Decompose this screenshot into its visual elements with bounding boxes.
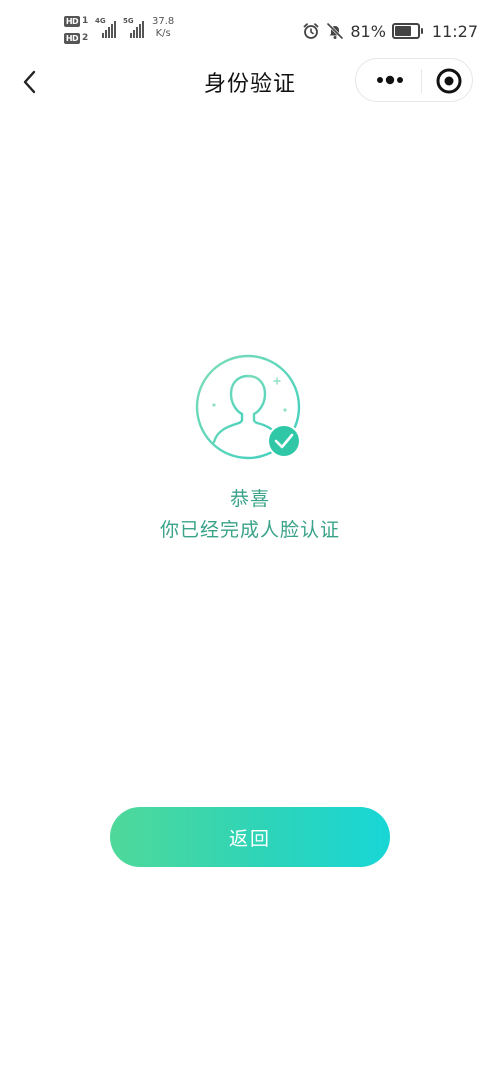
more-dots-icon bbox=[377, 75, 403, 85]
battery-icon bbox=[391, 23, 423, 39]
network-speed-unit: K/s bbox=[155, 28, 171, 39]
clock-time: 11:27 bbox=[431, 21, 478, 41]
signal-sim2-icon: 5G bbox=[123, 17, 144, 38]
battery-fill bbox=[394, 26, 412, 36]
return-button[interactable]: 返回 bbox=[110, 807, 390, 867]
hd2-tag: HD bbox=[64, 33, 80, 44]
capsule-divider bbox=[421, 69, 422, 93]
mini-program-capsule bbox=[355, 58, 473, 102]
status-right-group: 81% 11:27 bbox=[302, 18, 478, 44]
status-bar: HD 1 HD 2 4G 5G 37.8 K/s 81% 11:27 bbox=[0, 0, 500, 62]
hd1-num: 1 bbox=[82, 16, 89, 26]
title-bar: 身份验证 bbox=[0, 54, 500, 110]
battery-percent: 81% bbox=[350, 21, 386, 41]
target-close-icon bbox=[436, 68, 462, 94]
congrats-text: 恭喜 bbox=[229, 488, 270, 510]
mute-icon bbox=[327, 22, 344, 40]
more-button[interactable] bbox=[366, 65, 414, 95]
alarm-icon bbox=[303, 23, 319, 39]
sim2-generation: 5G bbox=[123, 17, 134, 25]
network-speed: 37.8 K/s bbox=[152, 16, 174, 40]
verification-complete-text: 你已经完成人脸认证 bbox=[159, 519, 340, 541]
hd2-num: 2 bbox=[82, 33, 89, 43]
network-speed-value: 37.8 bbox=[152, 16, 175, 27]
check-badge-icon bbox=[267, 424, 301, 458]
close-button[interactable] bbox=[433, 65, 465, 97]
hd1-tag: HD bbox=[64, 16, 80, 27]
sim1-generation: 4G bbox=[95, 17, 106, 25]
face-verified-illustration bbox=[195, 354, 307, 466]
signal-sim1-icon: 4G bbox=[95, 17, 116, 38]
